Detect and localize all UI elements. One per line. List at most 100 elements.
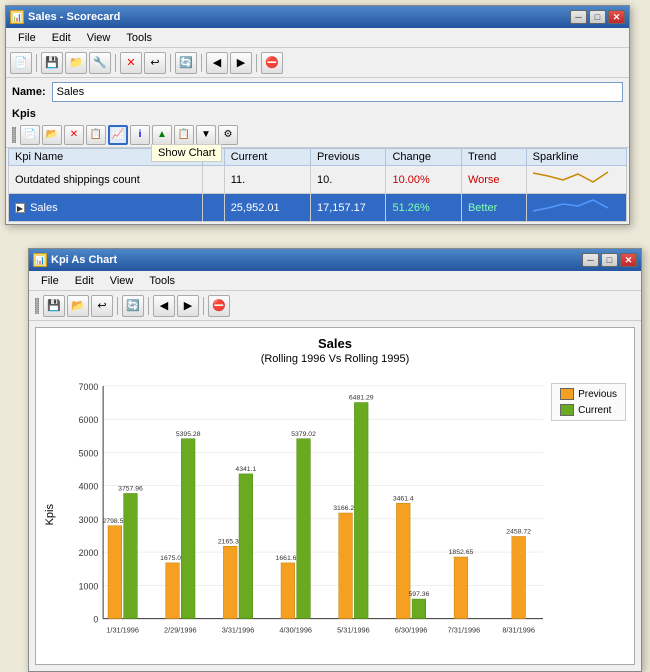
kpi-table-container: Kpi Name Current Previous Change Trend S… [6, 148, 629, 224]
name-row: Name: [6, 78, 629, 106]
kpi-sparkline-cell [526, 194, 626, 222]
svg-text:7/31/1996: 7/31/1996 [448, 625, 481, 634]
menu-view[interactable]: View [79, 30, 119, 46]
show-chart-btn[interactable]: 📈 [108, 125, 128, 145]
table-row[interactable]: Outdated shippings count 11. 10. 10.00% … [9, 166, 627, 194]
open-button[interactable]: 📁 [65, 52, 87, 74]
chart-window-title: Kpi As Chart [51, 254, 582, 266]
svg-text:3/31/1996: 3/31/1996 [222, 625, 255, 634]
svg-text:3000: 3000 [79, 515, 99, 525]
kpi-paste-btn[interactable]: 📋 [174, 125, 194, 145]
chart-container: Kpis 7000 [44, 373, 626, 656]
y-axis-label: Kpis [44, 504, 56, 525]
chart-menu-view[interactable]: View [102, 273, 142, 289]
chart-area: Sales (Rolling 1996 Vs Rolling 1995) Kpi… [35, 327, 635, 665]
table-row[interactable]: ▶ Sales 25,952.01 17,157.17 51.26% Bette… [9, 194, 627, 222]
svg-text:1/31/1996: 1/31/1996 [106, 625, 139, 634]
svg-text:4000: 4000 [79, 482, 99, 492]
svg-text:6000: 6000 [79, 415, 99, 425]
chart-forward-btn[interactable]: ▶ [177, 295, 199, 317]
previous-label: Previous [578, 389, 617, 400]
chart-undo-btn[interactable]: ↩ [91, 295, 113, 317]
chart-legend: Previous Current [551, 383, 626, 421]
chart-main-title: Sales [44, 336, 626, 351]
chart-plot-area: 7000 6000 5000 4000 3000 2000 1000 0 279… [64, 373, 543, 656]
chart-minimize-button[interactable]: ─ [582, 253, 599, 267]
stop-button[interactable]: ⛔ [261, 52, 283, 74]
chart-toolbar: 💾 📂 ↩ 🔄 ◀ ▶ ⛔ [29, 291, 641, 321]
chart-svg: 7000 6000 5000 4000 3000 2000 1000 0 279… [64, 373, 543, 653]
sparkline-svg-2 [533, 196, 613, 216]
new-button[interactable]: 📄 [10, 52, 32, 74]
kpi-open-btn[interactable]: 📂 [42, 125, 62, 145]
kpi-up-btn[interactable]: ▲ [152, 125, 172, 145]
kpi-extra-btn[interactable]: ⚙ [218, 125, 238, 145]
svg-text:3461.4: 3461.4 [393, 495, 414, 502]
th-trend: Trend [461, 149, 526, 166]
chart-open-btn[interactable]: 📂 [67, 295, 89, 317]
previous-color-box [560, 388, 574, 400]
tb-btn-3[interactable]: 🔧 [89, 52, 111, 74]
kpi-trend-cell: Worse [461, 166, 526, 194]
chart-menu-edit[interactable]: Edit [67, 273, 102, 289]
kpi-name-text: Sales [30, 202, 58, 214]
kpi-current-cell: 11. [224, 166, 310, 194]
kpi-expand-cell [203, 194, 225, 222]
toolbar-separator-5 [256, 54, 257, 72]
kpi-toolbar: 📄 📂 ✕ 📋 📈 i ▲ 📋 ▼ ⚙ Show Chart [6, 122, 629, 148]
kpi-previous-cell: 17,157.17 [310, 194, 385, 222]
toolbar-separator-2 [115, 54, 116, 72]
current-color-box [560, 404, 574, 416]
svg-text:5379.02: 5379.02 [291, 431, 316, 438]
scorecard-menu-bar: File Edit View Tools [6, 28, 629, 48]
chart-menu-bar: File Edit View Tools [29, 271, 641, 291]
kpi-previous-cell: 10. [310, 166, 385, 194]
legend-previous: Previous [560, 388, 617, 400]
back-button[interactable]: ◀ [206, 52, 228, 74]
kpi-change-cell: 10.00% [386, 166, 461, 194]
close-button[interactable]: ✕ [608, 10, 625, 24]
menu-tools[interactable]: Tools [118, 30, 160, 46]
chart-window: 📊 Kpi As Chart ─ □ ✕ File Edit View Tool… [28, 248, 642, 672]
chart-menu-tools[interactable]: Tools [141, 273, 183, 289]
undo-button[interactable]: ↩ [144, 52, 166, 74]
scorecard-window: 📊 Sales - Scorecard ─ □ ✕ File Edit View… [5, 5, 630, 225]
maximize-button[interactable]: □ [589, 10, 606, 24]
scorecard-toolbar: 📄 💾 📁 🔧 ✕ ↩ 🔄 ◀ ▶ ⛔ [6, 48, 629, 78]
expand-button[interactable]: ▶ [15, 203, 25, 213]
chart-save-btn[interactable]: 💾 [43, 295, 65, 317]
chart-close-button[interactable]: ✕ [620, 253, 637, 267]
th-change: Change [386, 149, 461, 166]
kpi-dropdown-btn[interactable]: ▼ [196, 125, 216, 145]
chart-subtitle: (Rolling 1996 Vs Rolling 1995) [44, 353, 626, 365]
delete-button[interactable]: ✕ [120, 52, 142, 74]
menu-edit[interactable]: Edit [44, 30, 79, 46]
toolbar-separator-1 [36, 54, 37, 72]
chart-back-btn[interactable]: ◀ [153, 295, 175, 317]
minimize-button[interactable]: ─ [570, 10, 587, 24]
scorecard-window-controls: ─ □ ✕ [570, 10, 625, 24]
svg-text:6481.29: 6481.29 [349, 395, 374, 402]
chart-refresh-btn[interactable]: 🔄 [122, 295, 144, 317]
sparkline-svg [533, 168, 613, 188]
forward-button[interactable]: ▶ [230, 52, 252, 74]
legend-current: Current [560, 404, 617, 416]
chart-menu-file[interactable]: File [33, 273, 67, 289]
svg-text:2/29/1996: 2/29/1996 [164, 625, 197, 634]
kpi-info-btn[interactable]: i [130, 125, 150, 145]
svg-text:2000: 2000 [79, 548, 99, 558]
kpi-name-cell: Outdated shippings count [9, 166, 203, 194]
kpi-delete-btn[interactable]: ✕ [64, 125, 84, 145]
kpi-copy-btn[interactable]: 📋 [86, 125, 106, 145]
name-label: Name: [12, 86, 46, 98]
th-sparkline: Sparkline [526, 149, 626, 166]
th-previous: Previous [310, 149, 385, 166]
chart-maximize-button[interactable]: □ [601, 253, 618, 267]
menu-file[interactable]: File [10, 30, 44, 46]
save-button[interactable]: 💾 [41, 52, 63, 74]
name-input[interactable] [52, 82, 623, 102]
svg-text:597.36: 597.36 [408, 591, 429, 598]
refresh-button[interactable]: 🔄 [175, 52, 197, 74]
chart-stop-btn[interactable]: ⛔ [208, 295, 230, 317]
kpi-new-btn[interactable]: 📄 [20, 125, 40, 145]
